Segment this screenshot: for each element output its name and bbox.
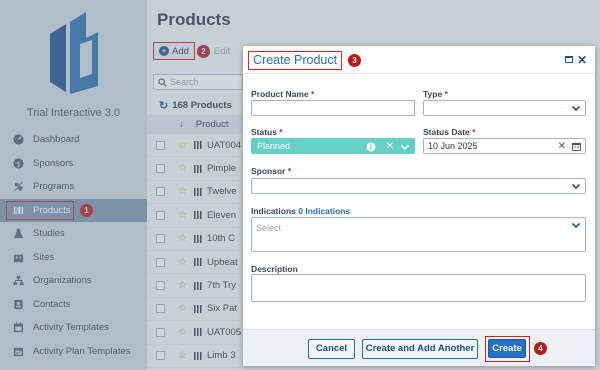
chevron-down-icon: [571, 183, 581, 190]
required-marker: *: [472, 127, 476, 137]
calendar-icon[interactable]: [572, 142, 581, 151]
callout-badge-3: 3: [348, 54, 361, 67]
callout-badge-4: 4: [534, 342, 547, 355]
type-label-text: Type: [423, 89, 443, 99]
status-info-icon[interactable]: [366, 140, 376, 153]
clear-icon[interactable]: ✕: [386, 140, 394, 153]
callout-highlight-create: Create: [485, 336, 530, 362]
dialog-header: Create Product 3 ✕: [243, 46, 595, 74]
chevron-down-icon: [571, 105, 581, 112]
indications-label-text: Indications: [251, 206, 296, 216]
product-name-field[interactable]: [251, 100, 415, 116]
status-date-label-text: Status Date: [423, 127, 470, 137]
dialog-title: Create Product: [248, 51, 343, 70]
indications-label: Indications 0 Indications: [251, 206, 350, 216]
status-label-text: Status: [251, 127, 277, 137]
chevron-down-icon: [571, 222, 581, 229]
required-marker: *: [311, 89, 315, 99]
sponsor-label: Sponsor *: [251, 166, 291, 176]
status-select[interactable]: Planned ✕: [251, 138, 415, 154]
indications-select[interactable]: Select: [251, 217, 586, 252]
indications-count: 0 Indications: [298, 206, 351, 216]
required-marker: *: [444, 89, 448, 99]
status-label: Status *: [251, 127, 283, 137]
type-label: Type *: [423, 89, 448, 99]
status-value: Planned: [257, 141, 291, 151]
clear-icon[interactable]: ✕: [558, 141, 566, 152]
dialog-footer: Cancel Create and Add Another Create 4: [243, 329, 595, 366]
status-date-label: Status Date *: [423, 127, 475, 137]
close-icon[interactable]: ✕: [577, 53, 587, 67]
description-label: Description: [251, 264, 298, 274]
product-name-label-text: Product Name: [251, 89, 309, 99]
create-button[interactable]: Create: [488, 339, 526, 358]
create-product-dialog: Create Product 3 ✕ Product Name * Type *…: [243, 46, 595, 366]
maximize-icon[interactable]: [565, 56, 573, 63]
create-and-add-another-button[interactable]: Create and Add Another: [362, 339, 478, 359]
sponsor-select[interactable]: [251, 178, 586, 194]
sponsor-label-text: Sponsor: [251, 166, 286, 176]
required-marker: *: [279, 127, 283, 137]
chevron-down-icon[interactable]: [400, 140, 410, 153]
product-name-label: Product Name *: [251, 89, 314, 99]
description-field[interactable]: [251, 274, 586, 302]
status-date-value: 10 Jun 2025: [428, 141, 478, 151]
type-select[interactable]: [423, 100, 586, 116]
indications-placeholder: Select: [256, 223, 282, 233]
required-marker: *: [287, 166, 292, 176]
status-date-field[interactable]: 10 Jun 2025 ✕: [423, 138, 586, 154]
cancel-button[interactable]: Cancel: [308, 339, 355, 359]
